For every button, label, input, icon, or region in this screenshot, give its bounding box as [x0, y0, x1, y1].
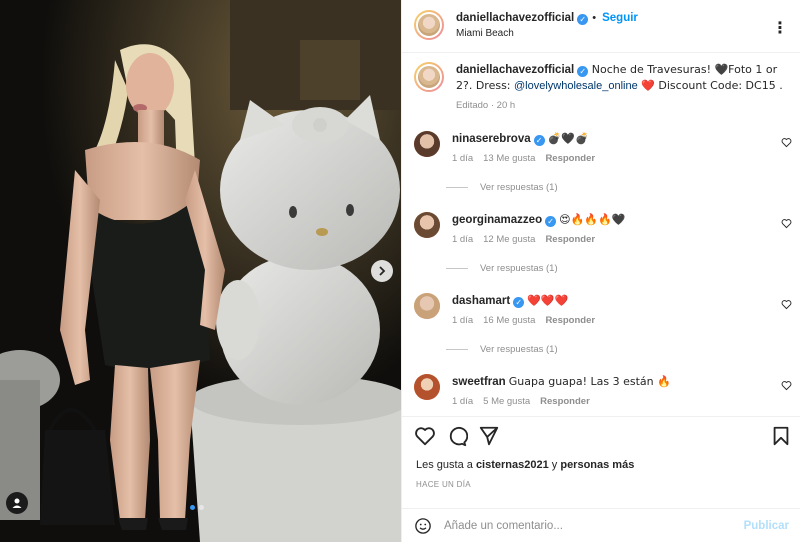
- likes-summary: Les gusta a cisternas2021 y personas más: [416, 459, 634, 471]
- add-comment-bar: Añade un comentario... Publicar: [402, 508, 800, 542]
- likes-middle: y: [548, 459, 561, 471]
- tagged-users-button[interactable]: [6, 492, 28, 514]
- actions-divider: [402, 416, 800, 417]
- like-comment-heart-icon[interactable]: [781, 299, 792, 310]
- comment-item: ninaserebrova ✓ 💣🖤💣 1 día 13 Me gusta Respo…: [414, 131, 792, 167]
- commenter-avatar[interactable]: [414, 293, 440, 319]
- verified-icon: ✓: [577, 66, 589, 77]
- separator-dot: •: [592, 11, 597, 24]
- follow-button[interactable]: Seguir: [602, 12, 638, 24]
- comment-age[interactable]: 1 día: [452, 394, 473, 410]
- more-options-icon[interactable]: ⋮: [772, 18, 788, 38]
- comment-age[interactable]: 1 día: [452, 313, 473, 329]
- comment-item: sweetfran Guapa guapa! Las 3 están 🔥 1 d…: [414, 374, 792, 410]
- verified-icon: ✓: [577, 13, 589, 25]
- post-location[interactable]: Miami Beach: [456, 28, 638, 39]
- liked-by-user[interactable]: cisternas2021: [476, 459, 549, 471]
- liked-by-others[interactable]: personas más: [560, 459, 634, 471]
- verified-icon: ✓: [545, 216, 557, 227]
- next-photo-button[interactable]: [371, 260, 393, 282]
- post-details-pane: daniellachavezofficial ✓ • Seguir Miami Bea…: [401, 0, 800, 542]
- photo-pagination: [190, 505, 204, 510]
- author-avatar[interactable]: [414, 10, 444, 40]
- caption-edited: Editado · 20 h: [456, 100, 516, 111]
- publish-button[interactable]: Publicar: [744, 520, 789, 532]
- post-caption: daniellachavezofficial ✓ Noche de Travesu…: [414, 62, 792, 114]
- comment-bubble-icon[interactable]: [446, 425, 468, 447]
- post-photo[interactable]: [0, 0, 401, 542]
- caption-username[interactable]: daniellachavezofficial: [456, 64, 574, 76]
- comment-likes[interactable]: 5 Me gusta: [483, 394, 530, 410]
- caption-avatar[interactable]: [414, 62, 444, 92]
- verified-icon: ✓: [513, 297, 525, 308]
- comment-item: georginamazzeo ✓ 😍🔥🔥🔥🖤 1 día 12 Me gusta Re…: [414, 212, 792, 248]
- commenter-avatar[interactable]: [414, 212, 440, 238]
- view-replies-button[interactable]: Ver respuestas (1): [446, 263, 558, 274]
- reply-button[interactable]: Responder: [545, 232, 595, 248]
- comment-age[interactable]: 1 día: [452, 232, 473, 248]
- author-info: daniellachavezofficial ✓ • Seguir Miami Bea…: [456, 12, 638, 39]
- reply-button[interactable]: Responder: [545, 151, 595, 167]
- comment-text: 💣🖤💣: [547, 132, 589, 145]
- reply-button[interactable]: Responder: [540, 394, 590, 410]
- comment-text: 😍🔥🔥🔥🖤: [559, 213, 626, 226]
- like-comment-heart-icon[interactable]: [781, 218, 792, 229]
- photo-scene: [0, 0, 401, 542]
- view-replies-button[interactable]: Ver respuestas (1): [446, 344, 558, 355]
- pagination-dot: [199, 505, 204, 510]
- view-replies-button[interactable]: Ver respuestas (1): [446, 182, 558, 193]
- comment-item: dashamart ✓ ❤️❤️❤️ 1 día 16 Me gusta Respon…: [414, 293, 792, 329]
- comment-text: Guapa guapa! Las 3 están 🔥: [508, 375, 671, 388]
- post-actions: [414, 424, 792, 448]
- caption-text-end: ❤️ Discount Code: DC15 .: [637, 79, 783, 92]
- user-icon: [12, 498, 22, 508]
- post-header: daniellachavezofficial ✓ • Seguir Miami Bea…: [414, 8, 792, 42]
- like-comment-heart-icon[interactable]: [781, 380, 792, 391]
- emoji-smiley-icon[interactable]: [414, 517, 432, 535]
- comment-username[interactable]: ninaserebrova: [452, 133, 531, 145]
- comment-text: ❤️❤️❤️: [527, 294, 569, 307]
- like-heart-icon[interactable]: [414, 425, 436, 447]
- comment-likes[interactable]: 16 Me gusta: [483, 313, 535, 329]
- author-username[interactable]: daniellachavezofficial: [456, 12, 574, 24]
- pagination-dot-active: [190, 505, 195, 510]
- likes-prefix: Les gusta a: [416, 459, 476, 471]
- comment-input[interactable]: Añade un comentario...: [444, 520, 744, 532]
- post-dialog: daniellachavezofficial ✓ • Seguir Miami Bea…: [0, 0, 800, 542]
- header-divider: [402, 52, 800, 53]
- comment-username[interactable]: sweetfran: [452, 376, 506, 388]
- chevron-right-icon: [379, 266, 386, 276]
- caption-mention-link[interactable]: @lovelywholesale_online: [514, 80, 638, 92]
- verified-icon: ✓: [533, 135, 545, 146]
- like-comment-heart-icon[interactable]: [781, 137, 792, 148]
- comment-username[interactable]: dashamart: [452, 295, 510, 307]
- reply-button[interactable]: Responder: [545, 313, 595, 329]
- comment-likes[interactable]: 12 Me gusta: [483, 232, 535, 248]
- comment-age[interactable]: 1 día: [452, 151, 473, 167]
- comment-likes[interactable]: 13 Me gusta: [483, 151, 535, 167]
- commenter-avatar[interactable]: [414, 131, 440, 157]
- share-paper-plane-icon[interactable]: [478, 425, 500, 447]
- comment-username[interactable]: georginamazzeo: [452, 214, 542, 226]
- post-time-ago[interactable]: HACE UN DÍA: [416, 480, 471, 489]
- bookmark-icon[interactable]: [770, 425, 792, 447]
- commenter-avatar[interactable]: [414, 374, 440, 400]
